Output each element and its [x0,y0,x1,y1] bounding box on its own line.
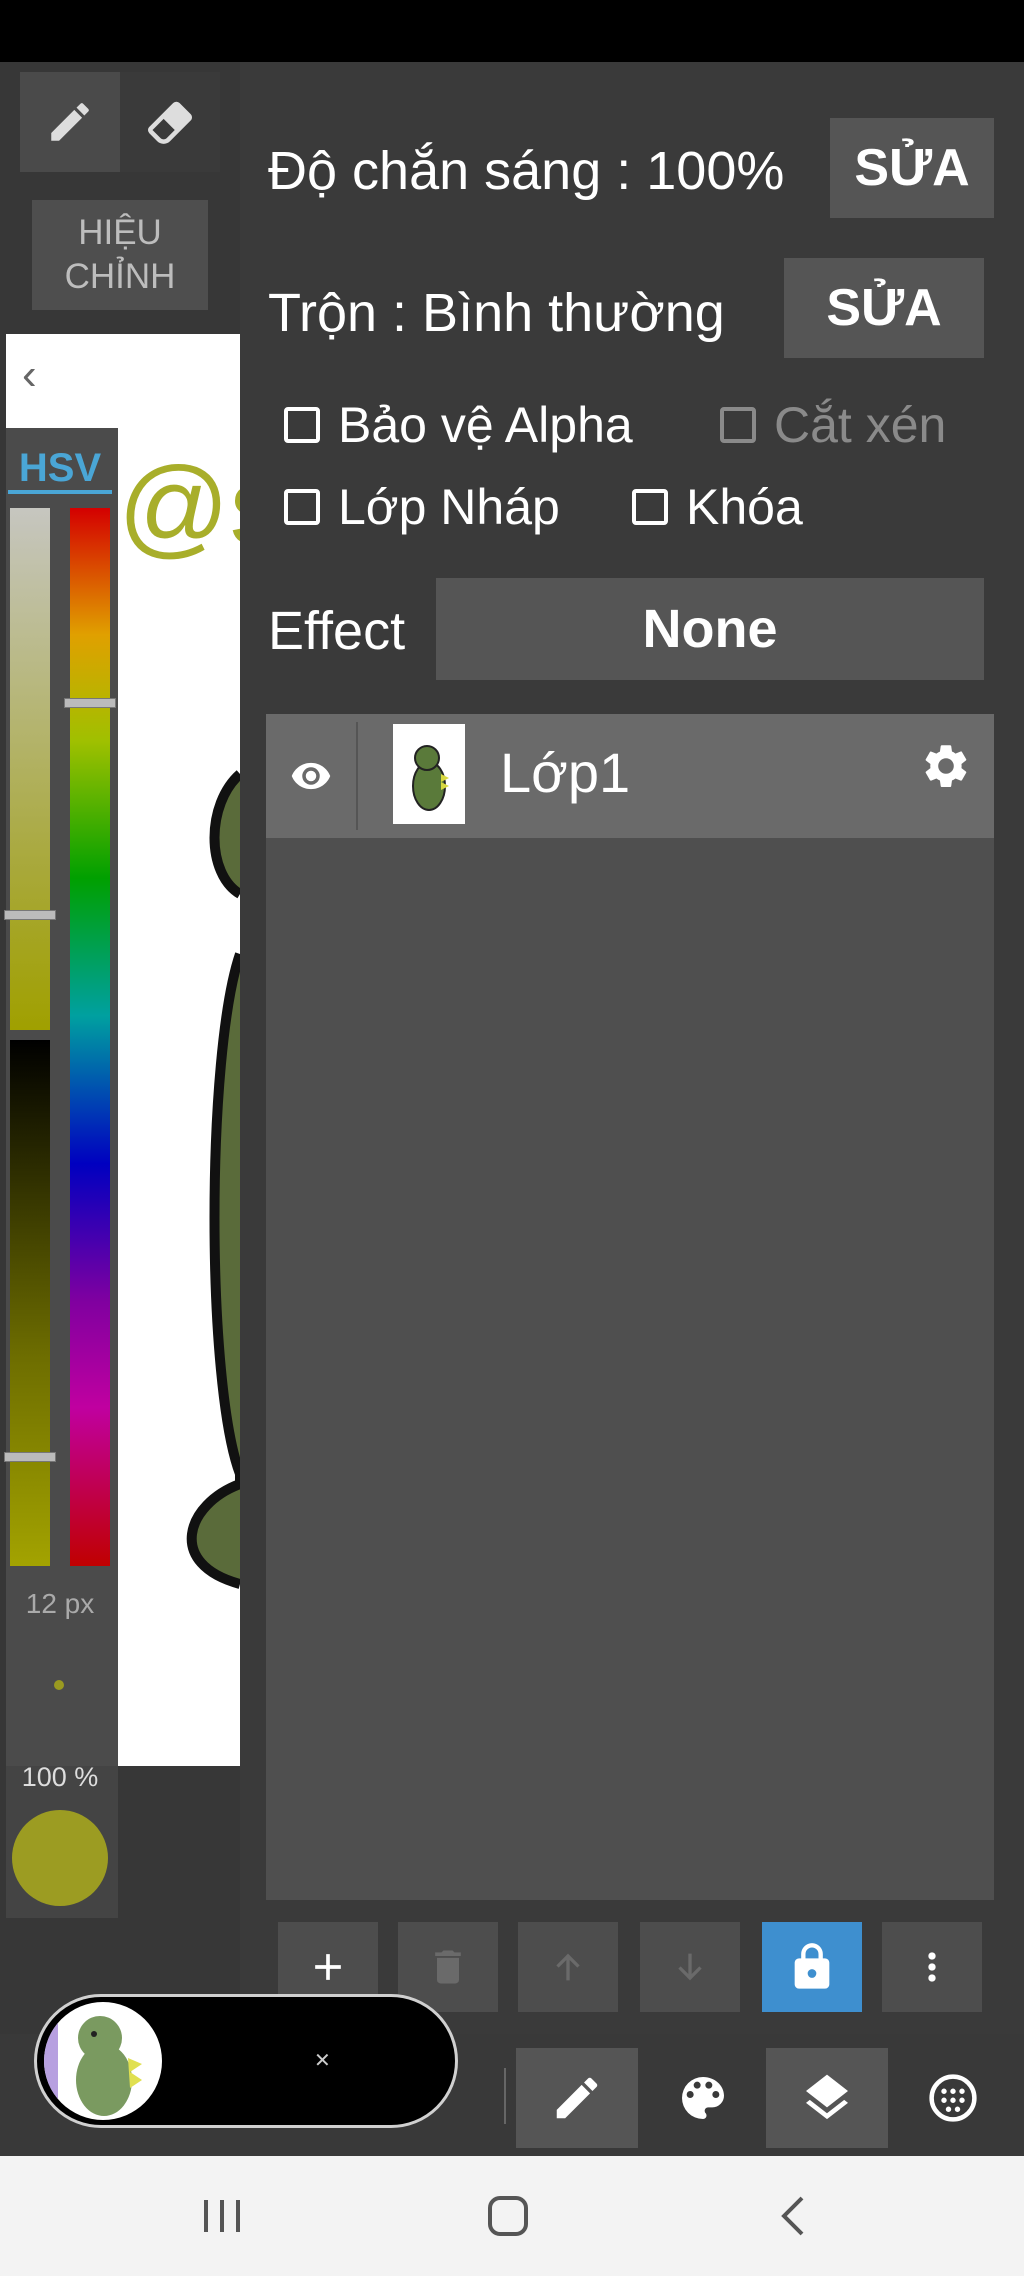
layer-name: Lớp1 [500,741,631,804]
adjust-button[interactable]: HIỆU CHỈNH [32,200,208,310]
more-options-button[interactable] [882,1922,982,2012]
checkbox-box-icon [720,407,756,443]
blend-row: Trộn : Bình thường [268,283,725,343]
palette-icon [682,2077,724,2119]
brush-opacity-label: 100 % [21,1762,99,1792]
checkbox-box-icon [284,489,320,525]
saturation-slider[interactable] [10,508,50,1030]
toolbar-divider [504,2068,506,2124]
draft-layer-label: Lớp Nháp [338,479,560,535]
recent-apps-button[interactable] [200,2196,244,2241]
saturation-handle[interactable] [4,910,56,920]
more-vert-icon [928,1952,936,1982]
pencil-icon [51,103,89,141]
lock-checkbox[interactable]: Khóa [632,478,803,536]
palette-tab[interactable] [642,2048,764,2148]
blend-value: Bình thường [422,283,725,343]
home-icon [488,2196,528,2236]
home-button[interactable] [486,2194,530,2243]
value-slider[interactable] [10,1040,50,1566]
color-mode-tab[interactable]: HSV [8,446,112,494]
layer-list [266,714,994,1900]
blend-edit-button[interactable]: SỬA [784,258,984,358]
status-bar [0,0,1024,62]
layer-thumbnail [393,724,465,824]
clipping-label: Cắt xén [774,397,947,453]
hue-handle[interactable] [64,698,116,708]
dinosaur-avatar-icon [44,2002,142,2120]
collapse-chevron-icon[interactable]: ‹ [22,350,37,400]
lock-layer-button[interactable] [762,1922,862,2012]
recent-apps-icon [204,2200,240,2232]
move-layer-up-button[interactable] [518,1922,618,2012]
arrow-up-icon [556,1953,580,1981]
current-color-swatch[interactable] [12,1810,108,1906]
move-layer-down-button[interactable] [640,1922,740,2012]
eye-icon [291,762,331,790]
opacity-row: Độ chắn sáng : 100% [268,141,785,201]
layer-settings-button[interactable] [920,740,972,797]
effect-label: Effect [268,601,406,661]
adjust-label-line1: HIỆU [78,213,162,252]
back-chevron-icon [781,2196,804,2236]
dinosaur-thumbnail-icon [412,745,449,811]
adjust-label-line2: CHỈNH [64,257,176,296]
protect-alpha-label: Bảo vệ Alpha [338,397,633,453]
opacity-edit-button[interactable]: SỬA [830,118,994,218]
brush-size-preview [54,1680,64,1690]
opacity-value: 100% [646,141,785,201]
close-bubble-icon[interactable]: ✕ [314,2048,331,2073]
clipping-checkbox[interactable]: Cắt xén [720,396,946,454]
lock-label: Khóa [686,479,803,535]
add-icon [315,1954,341,1980]
protect-alpha-checkbox[interactable]: Bảo vệ Alpha [284,396,633,454]
trash-icon [435,1950,461,1984]
hue-slider[interactable] [70,508,110,1566]
layers-tab[interactable] [766,2048,888,2148]
globe-tab[interactable] [892,2048,1014,2148]
opacity-label: Độ chắn sáng [268,141,602,201]
effect-select-button[interactable]: None [436,578,984,680]
checkbox-box-icon [284,407,320,443]
layer-row-divider [356,722,358,830]
pen-tool-button[interactable] [20,72,120,172]
eraser-icon [147,101,192,144]
visibility-toggle[interactable] [266,714,356,838]
brush-tab[interactable] [516,2048,638,2148]
lock-icon [794,1943,830,1989]
layers-icon [806,2074,848,2120]
arrow-down-icon [678,1953,702,1981]
blend-label: Trộn [268,283,378,343]
bubble-avatar [44,2002,162,2120]
svg-text:@s: @s [118,445,240,568]
value-handle[interactable] [4,1452,56,1462]
back-button[interactable] [776,2194,812,2243]
pencil-icon [556,2077,598,2119]
checkbox-box-icon [632,489,668,525]
globe-icon [929,2074,977,2122]
draft-layer-checkbox[interactable]: Lớp Nháp [284,478,560,536]
brush-size-label: 12 px [25,1588,95,1619]
gear-icon [925,745,967,787]
eraser-tool-button[interactable] [120,72,220,172]
